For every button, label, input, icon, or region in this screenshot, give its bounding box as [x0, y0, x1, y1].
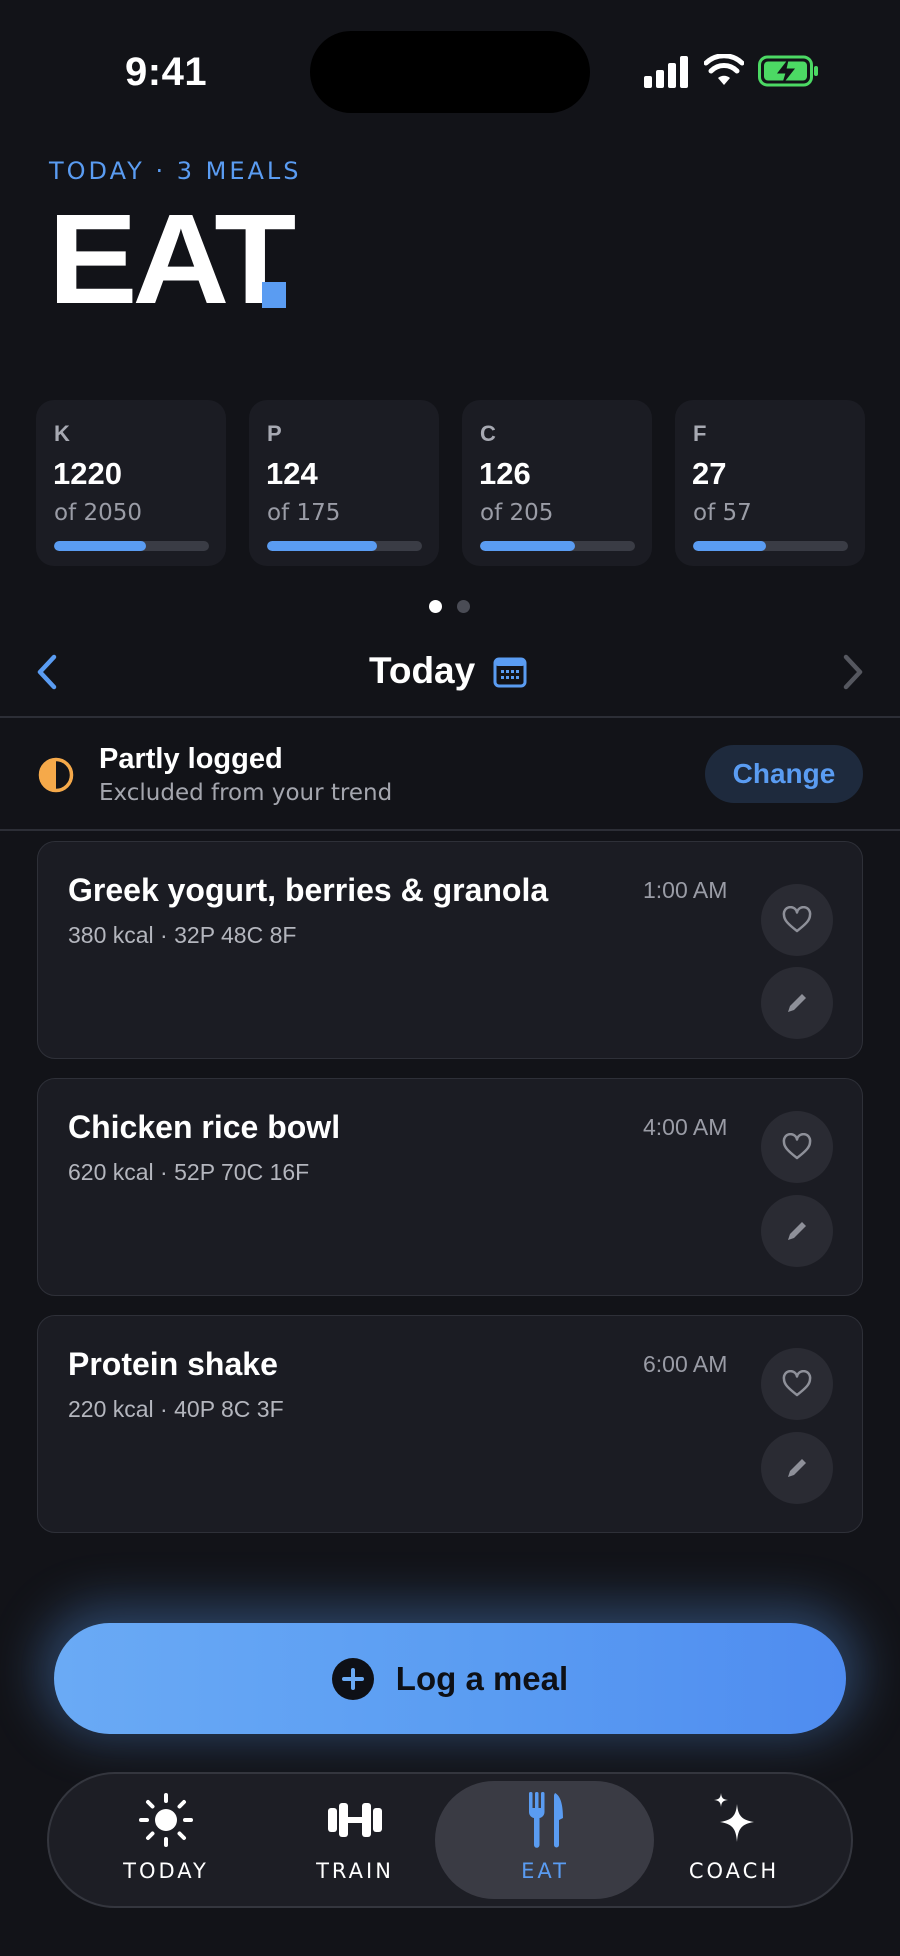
macro-value: 124: [266, 456, 318, 491]
edit-button[interactable]: [761, 967, 833, 1039]
meal-card[interactable]: Chicken rice bowl 620 kcal · 52P 70C 16F…: [37, 1078, 863, 1296]
heart-icon: [782, 1370, 812, 1397]
tab-label: TODAY: [123, 1859, 209, 1883]
macro-letter: C: [480, 421, 496, 446]
meals-summary-eyebrow: TODAY · 3 MEALS: [49, 157, 302, 185]
date-label[interactable]: Today: [369, 650, 475, 692]
macro-goal: of 57: [693, 500, 752, 526]
macro-progress-fill: [480, 541, 576, 551]
meal-macros: 220 kcal · 40P 8C 3F: [68, 1396, 284, 1422]
meal-name: Greek yogurt, berries & granola: [68, 872, 549, 908]
dumbbell-icon: [328, 1803, 382, 1837]
change-button[interactable]: Change: [705, 745, 863, 803]
macro-card-kcal: K 1220 of 2050: [36, 400, 226, 566]
edit-button[interactable]: [761, 1432, 833, 1504]
meal-name: Protein shake: [68, 1346, 278, 1382]
favorite-button[interactable]: [761, 1111, 833, 1183]
macro-goal: of 205: [480, 500, 554, 526]
tab-label: TRAIN: [316, 1859, 394, 1883]
battery-charging-icon: [758, 55, 818, 87]
calendar-icon[interactable]: [493, 656, 527, 688]
pencil-icon: [788, 1222, 806, 1240]
log-status-title: Partly logged: [99, 743, 283, 775]
plus-circle-icon: [331, 1657, 374, 1700]
meal-card[interactable]: Protein shake 220 kcal · 40P 8C 3F 6:00 …: [37, 1315, 863, 1533]
log-meal-button[interactable]: Log a meal: [54, 1623, 846, 1734]
macro-card-carbs: C 126 of 205: [462, 400, 652, 566]
pencil-icon: [788, 1459, 806, 1477]
page-dot[interactable]: [457, 600, 470, 613]
tab-train[interactable]: TRAIN: [260, 1790, 450, 1890]
tab-label: COACH: [688, 1859, 780, 1883]
dynamic-island: [310, 31, 590, 113]
status-time: 9:41: [125, 50, 208, 94]
log-status-subtitle: Excluded from your trend: [99, 780, 393, 806]
tab-eat[interactable]: EAT: [450, 1790, 640, 1890]
macro-letter: K: [54, 421, 70, 446]
title-accent-dot: [262, 282, 286, 308]
half-circle-icon: [38, 757, 74, 793]
macro-value: 126: [479, 456, 531, 491]
edit-button[interactable]: [761, 1195, 833, 1267]
chevron-left-icon[interactable]: [32, 651, 62, 693]
meal-name: Chicken rice bowl: [68, 1109, 341, 1145]
meal-time: 1:00 AM: [643, 877, 728, 903]
tab-coach[interactable]: COACH: [639, 1790, 829, 1890]
wifi-icon: [704, 54, 744, 85]
sun-icon: [139, 1793, 193, 1847]
log-meal-label: Log a meal: [395, 1659, 569, 1697]
macro-card-fat: F 27 of 57: [675, 400, 865, 566]
macro-goal: of 2050: [54, 500, 143, 526]
macro-progress-track: [54, 541, 209, 551]
meal-time: 6:00 AM: [643, 1351, 728, 1377]
macro-progress-fill: [54, 541, 147, 551]
cellular-signal-icon: [644, 56, 688, 88]
meal-macros: 380 kcal · 32P 48C 8F: [68, 922, 297, 948]
macro-goal: of 175: [267, 500, 341, 526]
page-dot-active[interactable]: [429, 600, 442, 613]
macro-card-protein: P 124 of 175: [249, 400, 439, 566]
divider: [0, 829, 900, 831]
fork-knife-icon: [529, 1792, 563, 1848]
divider: [0, 716, 900, 718]
tab-today[interactable]: TODAY: [71, 1790, 261, 1890]
macro-progress-track: [480, 541, 635, 551]
meal-card[interactable]: Greek yogurt, berries & granola 380 kcal…: [37, 841, 863, 1059]
macro-progress-fill: [693, 541, 767, 551]
macro-letter: F: [693, 421, 707, 446]
macro-progress-track: [267, 541, 422, 551]
tab-label: EAT: [521, 1859, 569, 1883]
macro-value: 27: [692, 456, 727, 491]
meal-time: 4:00 AM: [643, 1114, 728, 1140]
page-title: EAT: [48, 188, 296, 331]
favorite-button[interactable]: [761, 1348, 833, 1420]
macro-progress-fill: [267, 541, 377, 551]
macro-progress-track: [693, 541, 848, 551]
heart-icon: [782, 1133, 812, 1160]
chevron-right-icon[interactable]: [838, 651, 868, 693]
pencil-icon: [788, 994, 806, 1012]
heart-icon: [782, 906, 812, 933]
favorite-button[interactable]: [761, 884, 833, 956]
macro-letter: P: [267, 421, 282, 446]
sparkle-icon: [714, 1793, 754, 1842]
meal-macros: 620 kcal · 52P 70C 16F: [68, 1159, 310, 1185]
macro-value: 1220: [53, 456, 122, 491]
